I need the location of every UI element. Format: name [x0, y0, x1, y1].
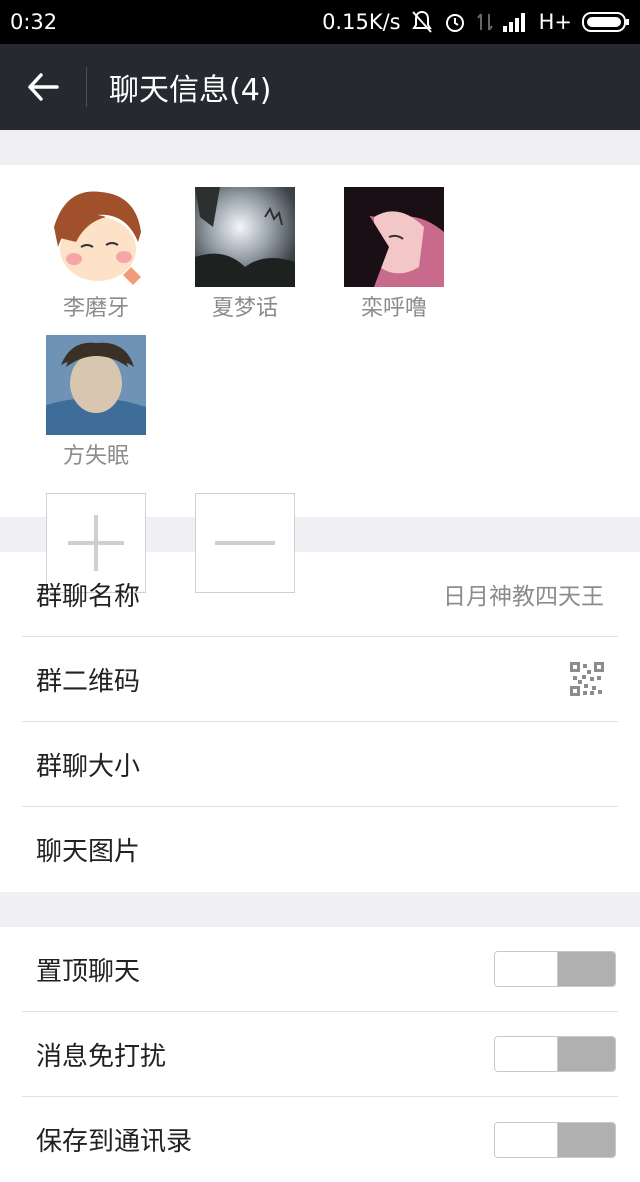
save-contacts-label: 保存到通讯录 [36, 1127, 193, 1157]
save-contacts-cell: 保存到通讯录 [22, 1097, 618, 1182]
alarm-icon [443, 10, 467, 34]
group-size-cell[interactable]: 群聊大小 [22, 722, 618, 807]
member-section: 李磨牙 夏梦话 栾呼噜 方失眠 [0, 165, 640, 593]
bell-off-icon [411, 10, 433, 34]
member-name: 李磨牙 [62, 296, 129, 321]
mute-label: 消息免打扰 [36, 1041, 167, 1072]
minus-icon [215, 541, 275, 545]
mute-cell: 消息免打扰 [22, 1012, 618, 1097]
data-transfer-icon [476, 10, 493, 34]
member-item[interactable]: 栾呼噜 [344, 187, 444, 335]
member-item[interactable]: 方失眠 [46, 335, 146, 483]
status-icons: 0.15K/s H+ [322, 10, 630, 34]
group-name-value: 日月神教四天王 [443, 584, 604, 610]
back-button[interactable] [0, 44, 86, 130]
pin-chat-cell: 置顶聊天 [22, 927, 618, 1012]
group-size-label: 群聊大小 [36, 751, 141, 782]
avatar[interactable] [195, 187, 295, 287]
plus-icon [68, 515, 124, 571]
title-divider [86, 67, 87, 107]
pin-chat-toggle[interactable] [494, 951, 616, 987]
member-name: 栾呼噜 [360, 296, 427, 321]
group-name-label: 群聊名称 [36, 581, 141, 612]
mute-toggle[interactable] [494, 1036, 616, 1072]
member-item[interactable]: 夏梦话 [195, 187, 295, 335]
remove-member-button[interactable] [195, 493, 295, 593]
page-title: 聊天信息(4) [109, 73, 272, 108]
settings-group-2: 置顶聊天 消息免打扰 保存到通讯录 [0, 927, 640, 1182]
qr-code-icon [570, 662, 604, 696]
member-item[interactable]: 李磨牙 [46, 187, 146, 335]
status-time: 0:32 [10, 10, 58, 34]
chat-images-label: 聊天图片 [36, 837, 141, 867]
chat-images-cell[interactable]: 聊天图片 [22, 807, 618, 892]
pin-chat-label: 置顶聊天 [36, 956, 141, 987]
avatar[interactable] [46, 335, 146, 435]
net-speed: 0.15K/s [322, 10, 401, 34]
avatar[interactable] [344, 187, 444, 287]
member-name: 夏梦话 [211, 296, 278, 321]
signal-icon [502, 12, 529, 32]
avatar[interactable] [46, 187, 146, 287]
member-name: 方失眠 [62, 444, 129, 469]
back-arrow-icon [28, 73, 59, 101]
save-contacts-toggle[interactable] [494, 1121, 616, 1158]
title-bar: 聊天信息(4) [0, 44, 640, 130]
network-type: H+ [538, 10, 572, 34]
battery-icon [582, 11, 630, 33]
group-qr-cell[interactable]: 群二维码 [22, 637, 618, 722]
group-qr-label: 群二维码 [36, 666, 141, 697]
status-bar: 0:32 0.15K/s H+ [0, 0, 640, 44]
settings-group-1: 群聊名称 日月神教四天王 群二维码 群聊大小 聊天图片 [0, 552, 640, 892]
